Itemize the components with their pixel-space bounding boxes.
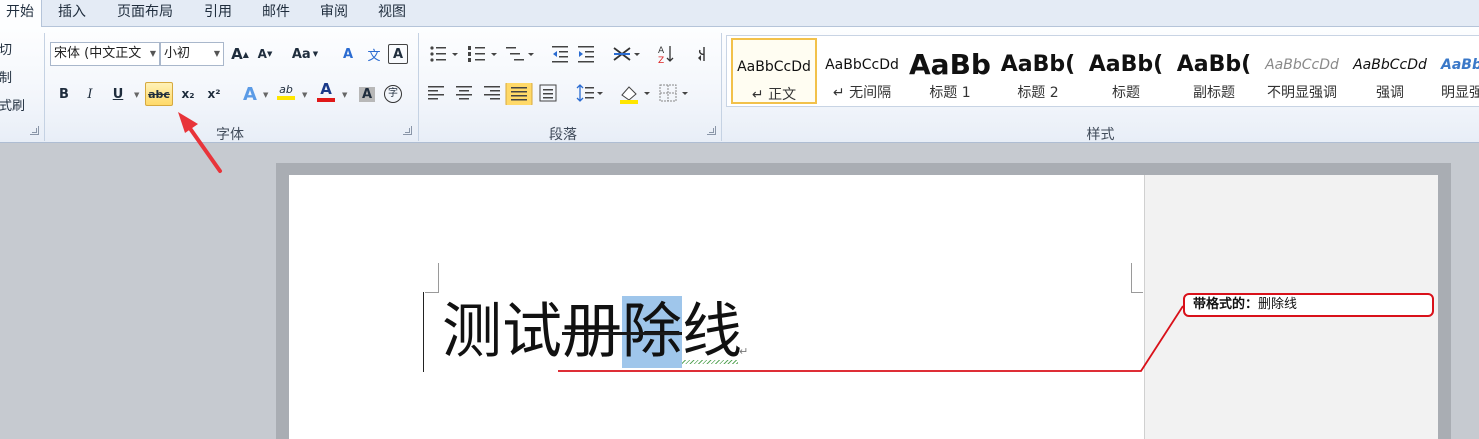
annotation-overlay <box>178 112 1184 372</box>
balloon-prefix: 带格式的： <box>1193 297 1259 312</box>
balloon-text: 删除线 <box>1258 297 1298 312</box>
red-arrow-icon <box>187 125 222 173</box>
red-arrowhead-icon <box>178 112 198 133</box>
revision-balloon[interactable]: 带格式的：删除线 <box>1183 293 1434 317</box>
balloon-connector-line <box>558 305 1184 372</box>
